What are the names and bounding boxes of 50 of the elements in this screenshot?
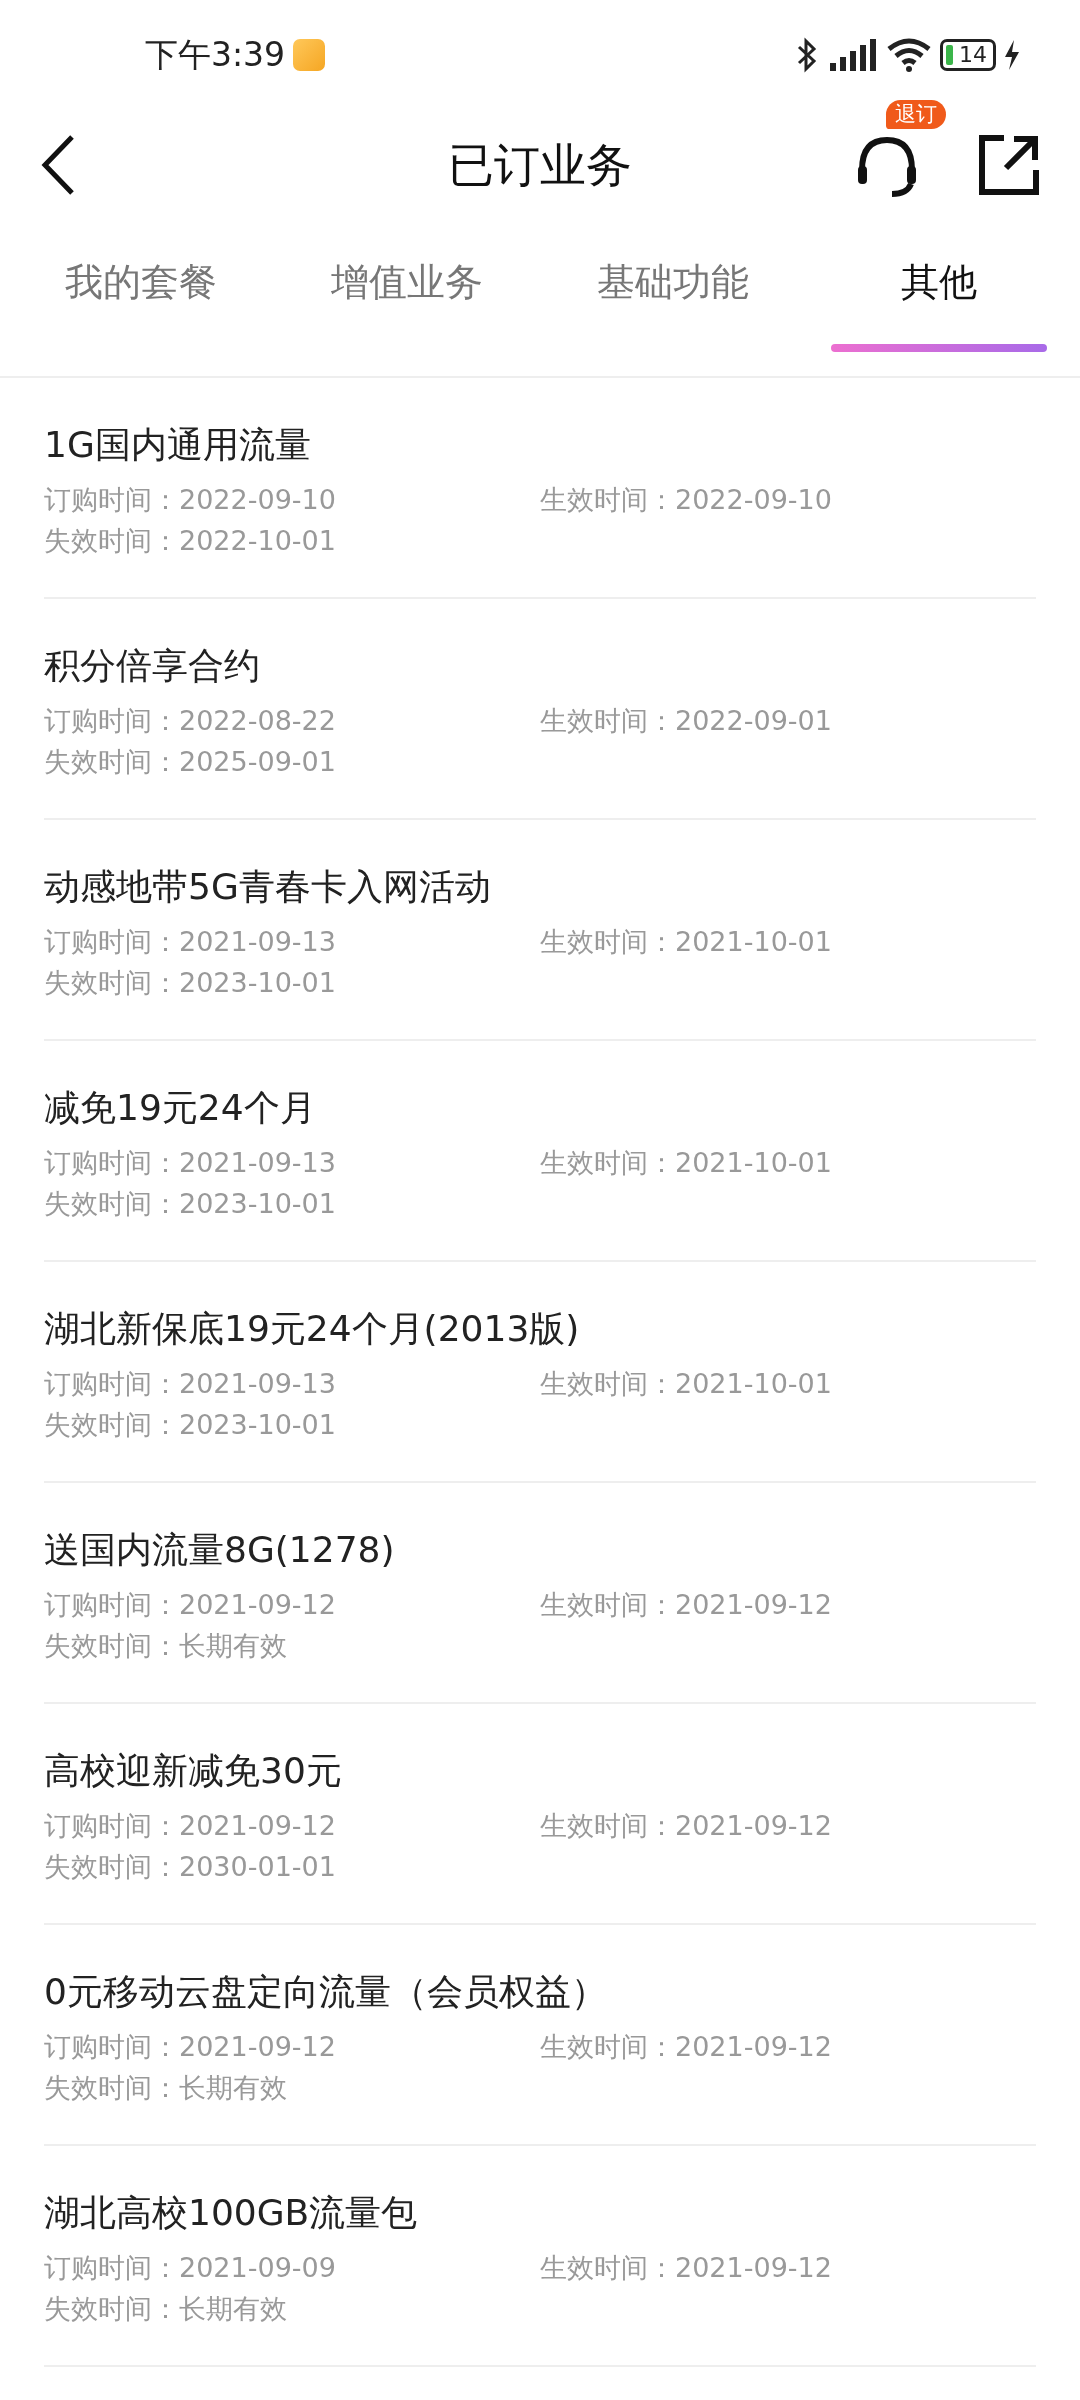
effective-time: 生效时间：2021-10-01 [540,1146,832,1180]
order-time: 订购时间：2021-09-12 [44,1809,337,1843]
page-title: 已订业务 [447,136,633,194]
service-name: 减免19元24个月 [44,1086,317,1130]
service-name: 高校迎新减免30元 [44,1749,343,1793]
order-time: 订购时间：2021-09-13 [44,1146,337,1180]
effective-time: 生效时间：2021-10-01 [540,925,832,959]
back-icon[interactable] [40,134,76,196]
expiry-time: 失效时间：2023-10-01 [44,965,337,1000]
unsubscribe-tag: 退订 [886,100,946,130]
order-time: 订购时间：2021-09-13 [44,1367,337,1401]
order-time: 订购时间：2021-09-13 [44,925,337,959]
expiry-time: 失效时间：长期有效 [44,1628,288,1663]
bluetooth-icon [796,37,818,73]
tab[interactable]: 基础功能 [540,242,806,352]
effective-time: 生效时间：2021-10-01 [540,1367,832,1401]
charging-icon [1004,40,1020,70]
order-time: 订购时间：2021-09-09 [44,2251,337,2285]
expiry-time: 失效时间：2025-09-01 [44,744,337,779]
expiry-time: 失效时间：2023-10-01 [44,1407,337,1442]
order-time: 订购时间：2021-09-12 [44,1588,337,1622]
service-name: 积分倍享合约 [44,644,261,688]
share-icon[interactable] [978,134,1040,196]
effective-time: 生效时间：2021-09-12 [540,2251,832,2285]
wifi-icon [886,37,932,73]
tab[interactable]: 增值业务 [274,242,540,352]
order-time: 订购时间：2022-08-22 [44,704,337,738]
service-name: 送国内流量8G(1278) [44,1528,396,1572]
expiry-time: 失效时间：长期有效 [44,2070,288,2105]
status-time: 下午3:39 [145,34,286,77]
tab[interactable]: 其他 [806,242,1072,352]
effective-time: 生效时间：2021-09-12 [540,2030,832,2064]
effective-time: 生效时间：2022-09-01 [540,704,832,738]
service-name: 动感地带5G青春卡入网活动 [44,865,492,909]
service-name: 1G国内通用流量 [44,423,312,467]
expiry-time: 失效时间：2030-01-01 [44,1849,337,1884]
service-name: 0元移动云盘定向流量（会员权益） [44,1970,608,2014]
expiry-time: 失效时间：2022-10-01 [44,523,337,558]
expiry-time: 失效时间：长期有效 [44,2291,288,2326]
service-name: 湖北高校100GB流量包 [44,2191,419,2235]
gallery-icon [293,39,326,71]
effective-time: 生效时间：2021-09-12 [540,1809,832,1843]
effective-time: 生效时间：2022-09-10 [540,483,832,517]
order-time: 订购时间：2022-09-10 [44,483,337,517]
service-name: 湖北新保底19元24个月(2013版) [44,1307,581,1351]
order-time: 订购时间：2021-09-12 [44,2030,337,2064]
tab[interactable]: 我的套餐 [8,242,274,352]
expiry-time: 失效时间：2023-10-01 [44,1186,337,1221]
battery-icon: 14 [940,39,996,71]
effective-time: 生效时间：2021-09-12 [540,1588,832,1622]
